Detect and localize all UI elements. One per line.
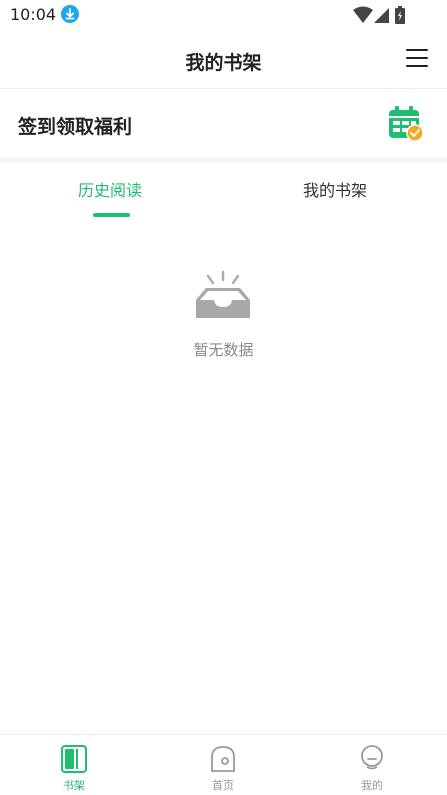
calendar-check-icon[interactable] — [388, 106, 424, 146]
bookshelf-icon — [61, 745, 87, 777]
bottom-nav: 书架 首页 我的 — [0, 734, 447, 795]
signal-icon — [374, 8, 389, 23]
status-bar: 10:04 — [0, 0, 447, 30]
page-title: 我的书架 — [185, 52, 262, 74]
tab-active-indicator — [93, 213, 130, 217]
nav-item-bookshelf[interactable]: 书架 — [44, 743, 104, 792]
signin-label: 签到领取福利 — [18, 116, 133, 138]
battery-charging-icon — [395, 6, 405, 24]
nav-item-home[interactable]: 首页 — [193, 743, 253, 792]
tab-my-bookshelf[interactable]: 我的书架 — [303, 177, 367, 201]
nav-label-home: 首页 — [212, 779, 234, 792]
nav-label-mine: 我的 — [361, 779, 383, 792]
signin-welfare-row[interactable]: 签到领取福利 — [0, 90, 447, 157]
profile-icon — [359, 745, 385, 777]
download-icon — [61, 5, 79, 23]
empty-state-text: 暂无数据 — [193, 341, 254, 359]
home-icon — [210, 745, 236, 777]
tab-history-reading[interactable]: 历史阅读 — [78, 177, 142, 201]
empty-inbox-icon — [194, 270, 252, 324]
title-bar: 我的书架 — [0, 30, 447, 89]
wifi-icon — [353, 6, 373, 23]
nav-label-bookshelf: 书架 — [63, 779, 85, 792]
menu-icon[interactable] — [406, 48, 428, 68]
status-time: 10:04 — [10, 5, 57, 24]
tab-bar: 历史阅读 我的书架 — [0, 163, 447, 219]
system-icons — [353, 6, 413, 24]
nav-item-mine[interactable]: 我的 — [342, 743, 402, 792]
